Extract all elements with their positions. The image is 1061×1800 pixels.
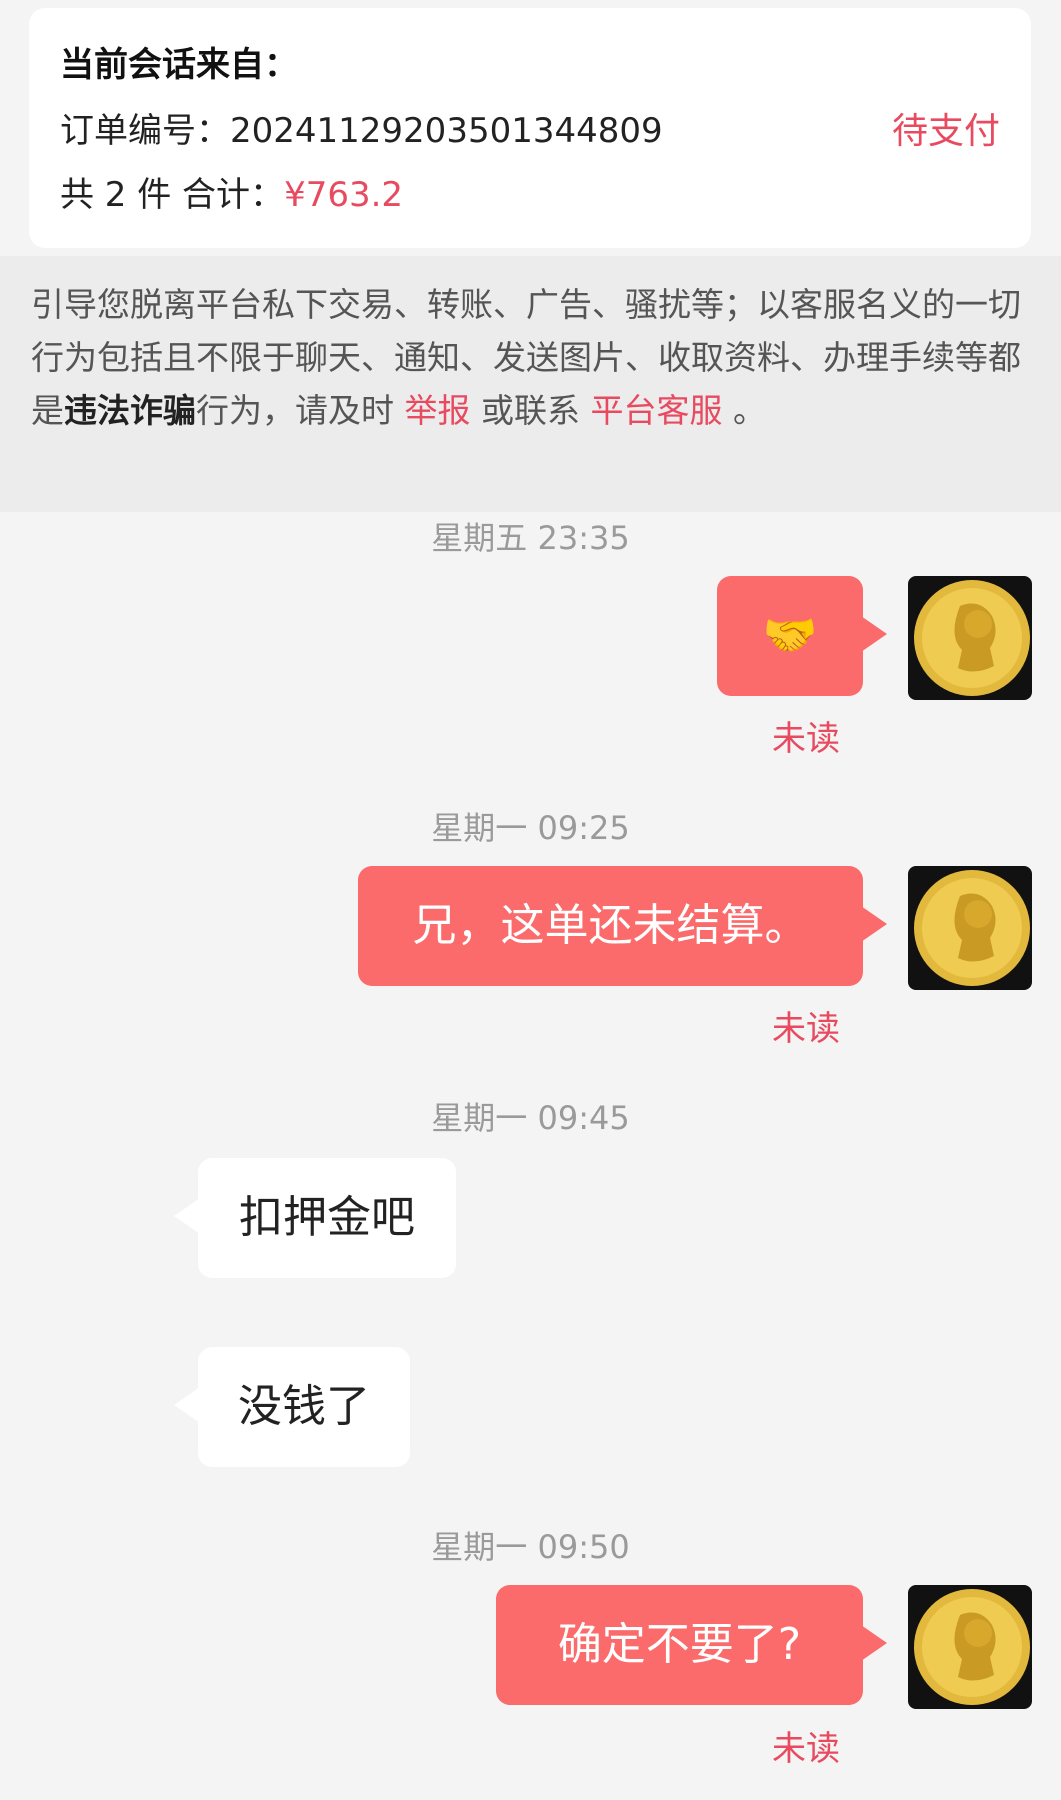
safety-notice: 引导您脱离平台私下交易、转账、广告、骚扰等；以客服名义的一切行为包括且不限于聊天… (0, 256, 1061, 512)
order-count-text: 共 2 件 合计： (60, 175, 285, 215)
message-timestamp: 星期一 09:50 (431, 1528, 630, 1566)
my-message-bubble[interactable]: 🤝 (717, 576, 887, 696)
notice-text-part3: 或联系 (470, 391, 591, 430)
order-status: 待支付 (891, 111, 1000, 152)
user-avatar[interactable] (908, 576, 1032, 700)
my-message-bubble[interactable]: 兄，这单还未结算。 (358, 866, 887, 986)
unread-status: 未读 (772, 719, 840, 759)
report-link[interactable]: 举报 (405, 391, 471, 430)
order-total-price: ¥763.2 (284, 175, 404, 215)
message-timestamp: 星期一 09:45 (431, 1099, 630, 1137)
safety-notice-text: 引导您脱离平台私下交易、转账、广告、骚扰等；以客服名义的一切行为包括且不限于聊天… (31, 278, 1033, 437)
notice-text-part4: 。 (722, 391, 766, 430)
user-avatar[interactable] (908, 1585, 1032, 1709)
message-timestamp: 星期五 23:35 (431, 519, 630, 557)
unread-status: 未读 (772, 1729, 840, 1769)
customer-service-link[interactable]: 平台客服 (590, 391, 722, 430)
my-message-bubble[interactable]: 确定不要了? (496, 1585, 887, 1705)
order-card-title: 当前会话来自： (60, 45, 298, 85)
other-message-bubble[interactable]: 没钱了 (174, 1347, 410, 1467)
gold-coin-avatar-icon (914, 1589, 1030, 1705)
order-number-value: 20241129203501344809 (230, 111, 663, 151)
unread-status: 未读 (772, 1009, 840, 1049)
order-card[interactable]: 当前会话来自： 订单编号：20241129203501344809 待支付 共 … (29, 8, 1031, 248)
order-number-label: 订单编号： (60, 111, 230, 151)
message-timestamp: 星期一 09:25 (431, 809, 630, 847)
other-message-bubble[interactable]: 扣押金吧 (174, 1158, 456, 1278)
gold-coin-avatar-icon (914, 870, 1030, 986)
order-number: 订单编号：20241129203501344809 (60, 114, 663, 148)
order-total: 共 2 件 合计：¥763.2 (60, 178, 403, 212)
notice-text-part2: 行为，请及时 (196, 391, 405, 430)
gold-coin-avatar-icon (914, 580, 1030, 696)
notice-fraud-warning: 违法诈骗 (64, 391, 196, 430)
user-avatar[interactable] (908, 866, 1032, 990)
